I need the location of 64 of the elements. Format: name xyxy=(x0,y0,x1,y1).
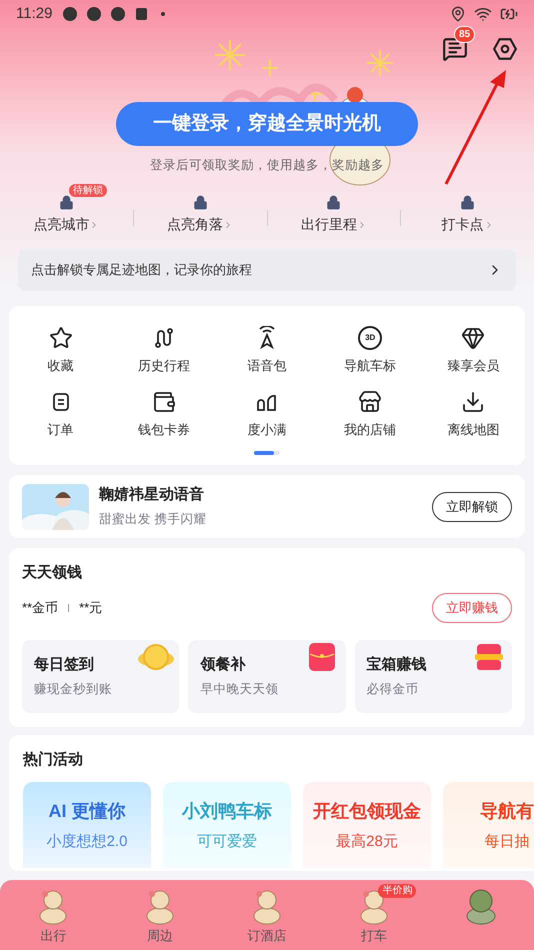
section-title: 热门活动 xyxy=(23,750,84,770)
task-card[interactable]: 每日签到 赚现金秒到账 xyxy=(22,640,180,712)
task-card[interactable]: 领餐补 早中晚天天领 xyxy=(188,640,346,712)
unlock-item[interactable]: 待解锁 点亮城市 xyxy=(0,186,133,235)
coin-balance: **金币 xyxy=(22,598,58,617)
3d-icon: 3D xyxy=(358,326,382,350)
voice-pack-title: 鞠婧祎星动语音 xyxy=(99,485,205,506)
shortcut-item[interactable]: 离线地图 xyxy=(422,390,525,439)
task-subtitle: 早中晚天天领 xyxy=(200,681,278,698)
lock-icon xyxy=(192,195,208,210)
task-card[interactable]: 宝箱赚钱 必得金币 xyxy=(354,640,512,712)
task-title: 领餐补 xyxy=(200,654,246,674)
shortcut-item[interactable]: 臻享会员 xyxy=(422,326,525,376)
banner-text: 点击解锁专属足迹地图，记录你的旅程 xyxy=(31,261,252,280)
chest-icon xyxy=(474,642,504,672)
earn-button[interactable]: 立即赚钱 xyxy=(432,592,512,622)
star-icon xyxy=(48,326,73,350)
shortcut-item[interactable]: 语音包 xyxy=(215,326,319,376)
locked-badge: 待解锁 xyxy=(68,184,107,197)
unlock-button[interactable]: 立即解锁 xyxy=(432,492,512,522)
discount-badge: 半价购 xyxy=(378,884,416,898)
unlock-item[interactable]: 出行里程 xyxy=(268,186,400,235)
shortcut-item[interactable]: 收藏 xyxy=(9,326,112,376)
unlock-item[interactable]: 点亮角落 xyxy=(134,186,266,235)
message-icon[interactable] xyxy=(442,36,468,62)
wifi-icon xyxy=(474,5,492,23)
shortcut-item[interactable]: 3D 导航车标 xyxy=(318,326,422,376)
activity-card[interactable]: 开红包领现金 最高28元 xyxy=(303,782,431,868)
settings-icon[interactable] xyxy=(492,36,518,62)
page-indicator xyxy=(254,451,280,455)
lock-icon xyxy=(326,195,342,210)
gem-icon xyxy=(461,326,486,350)
lock-icon xyxy=(58,195,74,210)
shortcut-item[interactable]: 钱包卡券 xyxy=(112,390,216,439)
login-button[interactable]: 一键登录，穿越全景时光机 xyxy=(116,102,418,146)
shortcut-item[interactable]: 历史行程 xyxy=(112,326,216,376)
cash-balance: **元 xyxy=(79,598,102,617)
task-subtitle: 必得金币 xyxy=(366,681,419,698)
task-title: 宝箱赚钱 xyxy=(366,654,427,674)
download-icon xyxy=(461,390,486,414)
nav-tab[interactable]: 半价购 打车 xyxy=(320,886,428,946)
status-time: 11:29 xyxy=(16,4,52,24)
shortcut-item[interactable]: 我的店铺 xyxy=(318,390,422,439)
wallet-icon xyxy=(152,390,176,414)
voice-pack-subtitle: 甜蜜出发 携手闪耀 xyxy=(99,510,208,528)
store-icon xyxy=(358,390,382,414)
task-title: 每日签到 xyxy=(34,654,94,674)
task-subtitle: 赚现金秒到账 xyxy=(34,681,112,698)
unlock-label: 打卡点 xyxy=(442,215,484,234)
message-count-badge: 85 xyxy=(454,26,476,43)
location-icon xyxy=(450,6,466,22)
unlock-item[interactable]: 打卡点 xyxy=(401,186,534,235)
shortcut-item[interactable]: 订单 xyxy=(9,390,112,439)
shortcut-item[interactable]: 度小满 xyxy=(215,390,319,439)
envelope-icon xyxy=(308,642,336,672)
footprint-banner[interactable]: 点击解锁专属足迹地图，记录你的旅程 xyxy=(18,249,516,291)
unlock-label: 点亮城市 xyxy=(33,215,90,234)
activity-card[interactable]: 导航有 每日抽 xyxy=(443,782,534,868)
activity-card[interactable]: AI 更懂你 小度想想2.0 xyxy=(23,782,151,868)
unlock-label: 点亮角落 xyxy=(167,215,224,234)
lock-icon xyxy=(460,195,476,210)
section-title: 天天领钱 xyxy=(22,563,83,583)
unlock-label: 出行里程 xyxy=(300,215,357,234)
login-subtitle: 登录后可领取奖励，使用越多，奖励越多 xyxy=(150,157,384,174)
